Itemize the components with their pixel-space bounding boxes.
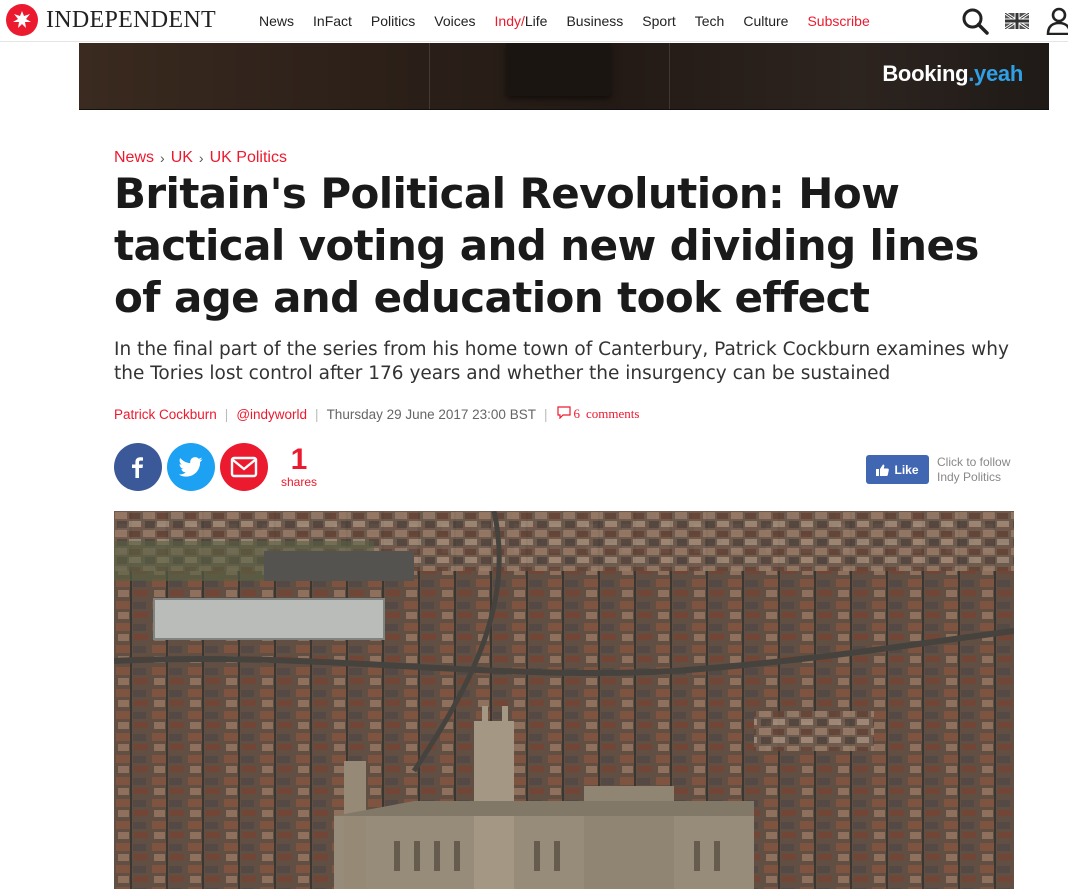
hero-image-aerial-canterbury (114, 511, 1014, 889)
like-label: Like (894, 462, 919, 477)
follow-indy-politics-text: Click to follow Indy Politics (937, 455, 1011, 484)
nav-item-business[interactable]: Business (566, 13, 623, 29)
ad-brand-suffix: .yeah (968, 61, 1023, 86)
user-account-icon[interactable] (1046, 0, 1068, 42)
thumbs-up-icon (876, 464, 890, 476)
twitter-icon (179, 457, 203, 477)
breadcrumb: News › UK › UK Politics (114, 149, 287, 167)
top-navigation: INDEPENDENT News InFact Politics Voices … (0, 0, 1068, 42)
nav-item-culture[interactable]: Culture (743, 13, 788, 29)
ad-decoration (429, 43, 430, 109)
publish-date: Thursday 29 June 2017 23:00 BST (326, 406, 536, 422)
share-count: 1 shares (281, 443, 318, 490)
ad-brand-logo: Booking.yeah (882, 61, 1023, 87)
nav-indy-prefix: Indy/ (494, 13, 525, 29)
facebook-follow-widget: Like Click to follow Indy Politics (866, 455, 1027, 485)
ad-product-shape (506, 43, 611, 96)
breadcrumb-uk[interactable]: UK (171, 149, 193, 167)
comments-label: comments (585, 406, 640, 421)
share-count-label: shares (281, 475, 318, 489)
nav-tools (960, 0, 1068, 42)
nav-subscribe-link[interactable]: Subscribe (807, 13, 869, 29)
ad-decoration (669, 43, 670, 109)
twitter-share-button[interactable] (167, 443, 215, 491)
nav-item-tech[interactable]: Tech (695, 13, 725, 29)
author-twitter-handle[interactable]: @indyworld (236, 407, 307, 422)
site-logo[interactable]: INDEPENDENT (6, 4, 216, 36)
search-icon[interactable] (960, 0, 990, 42)
article-byline: Patrick Cockburn | @indyworld | Thursday… (114, 405, 639, 423)
article-standfirst: In the final part of the series from his… (114, 339, 1009, 384)
author-link[interactable]: Patrick Cockburn (114, 407, 217, 422)
breadcrumb-separator-icon: › (160, 150, 165, 166)
advertisement-banner[interactable]: Booking.yeah (79, 43, 1049, 110)
email-icon (230, 456, 258, 478)
breadcrumb-separator-icon: › (198, 150, 204, 166)
main-nav: News InFact Politics Voices Indy/Life Bu… (259, 0, 889, 42)
breadcrumb-news[interactable]: News (114, 149, 154, 167)
aerial-city-illustration (114, 511, 1014, 889)
email-share-button[interactable] (220, 443, 268, 491)
comment-bubble-icon (557, 405, 572, 423)
nav-item-indy-life[interactable]: Indy/Life (495, 13, 548, 29)
byline-divider: | (543, 406, 548, 422)
article-headline: Britain's Political Revolution: How tact… (114, 169, 979, 322)
byline-divider: | (315, 406, 319, 422)
nav-item-infact[interactable]: InFact (313, 13, 352, 29)
share-count-number: 1 (290, 443, 308, 476)
nav-item-news[interactable]: News (259, 13, 294, 29)
comments-count: 6 (573, 406, 580, 421)
facebook-share-button[interactable] (114, 443, 162, 491)
nav-item-politics[interactable]: Politics (371, 13, 415, 29)
uk-flag-icon[interactable] (1004, 0, 1030, 42)
nav-item-voices[interactable]: Voices (434, 13, 475, 29)
facebook-like-button[interactable]: Like (866, 455, 929, 484)
breadcrumb-uk-politics[interactable]: UK Politics (210, 149, 287, 167)
comments-link[interactable]: 6 comments (557, 405, 640, 423)
nav-item-sport[interactable]: Sport (642, 13, 675, 29)
logo-wordmark: INDEPENDENT (46, 6, 216, 33)
eagle-logo-icon (6, 4, 38, 36)
facebook-icon (132, 457, 143, 478)
ad-brand-name: Booking (882, 61, 969, 86)
nav-indy-suffix: Life (524, 13, 548, 29)
share-bar: 1 shares (114, 443, 317, 491)
byline-divider: | (224, 406, 229, 422)
